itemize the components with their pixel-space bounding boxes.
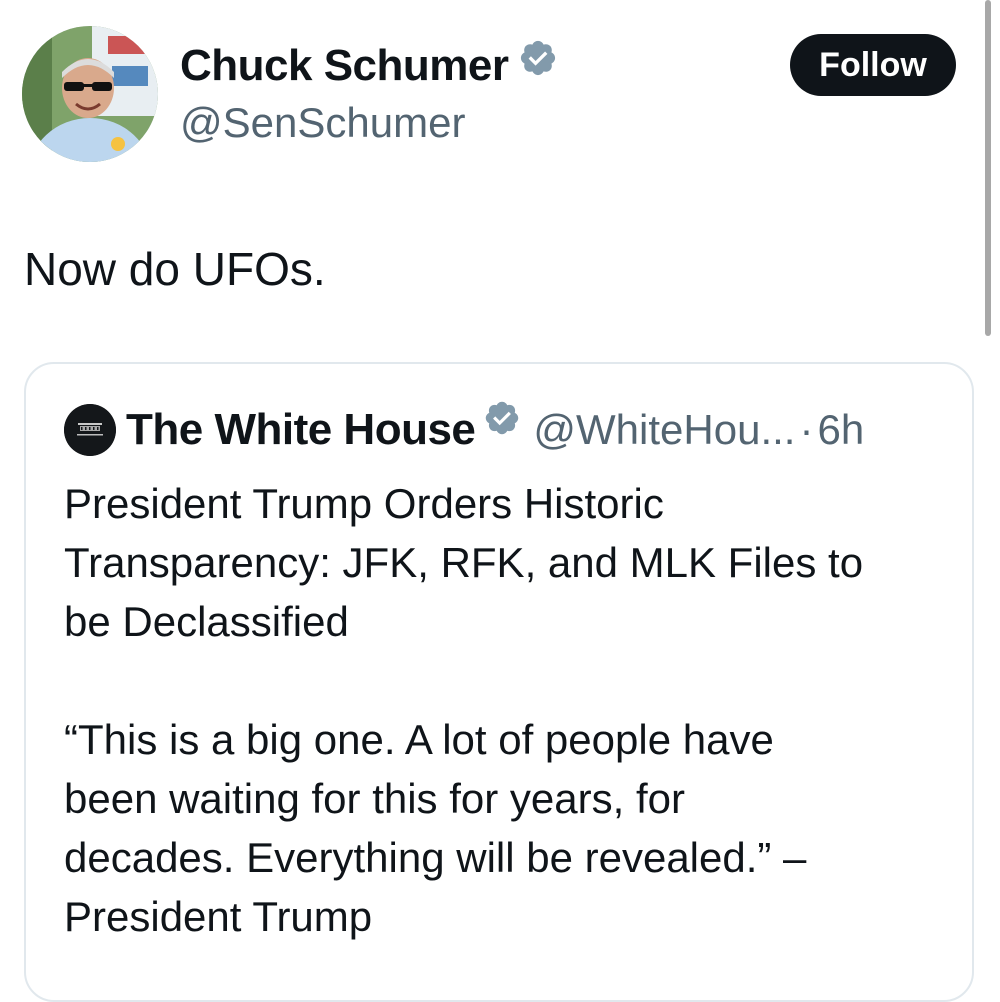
profile-photo-icon xyxy=(22,26,158,162)
quoted-timestamp[interactable]: 6h xyxy=(817,402,864,458)
white-house-logo-icon xyxy=(64,404,116,456)
quoted-tweet-body: President Trump Orders Historic Transpar… xyxy=(64,474,944,946)
header-separator: · xyxy=(799,406,814,453)
quoted-author-avatar[interactable] xyxy=(64,404,116,456)
scrollbar[interactable] xyxy=(985,0,991,336)
author-name[interactable]: Chuck Schumer xyxy=(180,41,509,90)
quoted-tweet-header: The White House @WhiteHou... · 6h xyxy=(126,399,864,461)
follow-button[interactable]: Follow xyxy=(790,34,956,96)
author-handle[interactable]: @SenSchumer xyxy=(180,98,465,148)
tweet: Chuck Schumer @SenSchumer Follow Now do … xyxy=(0,0,1000,1002)
author-avatar[interactable] xyxy=(22,26,158,162)
quoted-author-name[interactable]: The White House xyxy=(126,402,476,458)
verified-badge-icon[interactable] xyxy=(518,38,558,90)
quoted-verified-badge-icon[interactable] xyxy=(483,399,521,461)
quoted-author-handle[interactable]: @WhiteHou... xyxy=(533,402,795,458)
quoted-paragraph-quote: “This is a big one. A lot of people have… xyxy=(64,716,807,940)
tweet-text: Now do UFOs. xyxy=(24,243,326,295)
quoted-tweet-card[interactable]: The White House @WhiteHou... · 6h Presid… xyxy=(24,362,974,1002)
author-name-row[interactable]: Chuck Schumer xyxy=(180,40,558,94)
quoted-paragraph-headline: President Trump Orders Historic Transpar… xyxy=(64,480,864,645)
